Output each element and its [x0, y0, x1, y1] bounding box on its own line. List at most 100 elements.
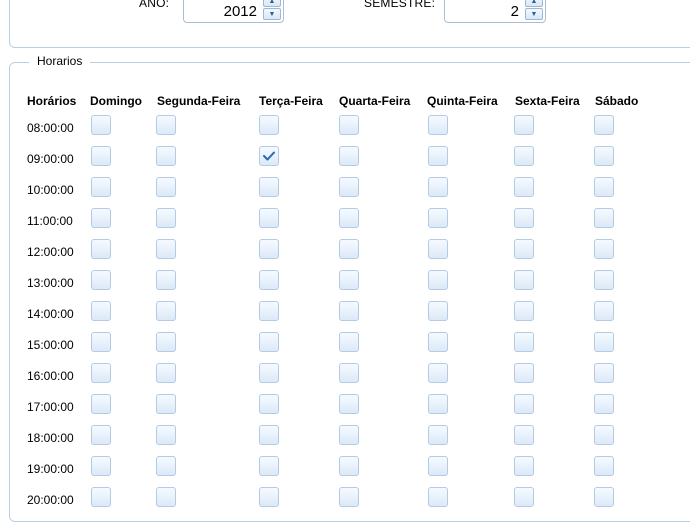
schedule-checkbox[interactable] — [594, 363, 614, 383]
schedule-checkbox[interactable] — [259, 394, 279, 414]
schedule-checkbox[interactable] — [594, 239, 614, 259]
schedule-checkbox[interactable] — [91, 239, 111, 259]
schedule-checkbox[interactable] — [156, 363, 176, 383]
schedule-checkbox[interactable] — [91, 487, 111, 507]
schedule-checkbox[interactable] — [428, 363, 448, 383]
schedule-checkbox[interactable] — [594, 425, 614, 445]
schedule-checkbox[interactable] — [339, 208, 359, 228]
schedule-checkbox[interactable] — [428, 146, 448, 166]
schedule-checkbox[interactable] — [514, 301, 534, 321]
schedule-checkbox[interactable] — [91, 208, 111, 228]
schedule-checkbox[interactable] — [156, 332, 176, 352]
schedule-checkbox[interactable] — [514, 115, 534, 135]
schedule-checkbox[interactable] — [428, 425, 448, 445]
schedule-checkbox[interactable] — [594, 177, 614, 197]
schedule-checkbox[interactable] — [339, 177, 359, 197]
semestre-value[interactable]: 2 — [511, 3, 519, 20]
semestre-increment-icon[interactable]: ▲ — [525, 0, 543, 7]
schedule-checkbox[interactable] — [91, 394, 111, 414]
schedule-checkbox[interactable] — [259, 146, 279, 166]
schedule-checkbox[interactable] — [259, 115, 279, 135]
schedule-checkbox[interactable] — [594, 146, 614, 166]
schedule-checkbox[interactable] — [514, 456, 534, 476]
schedule-checkbox[interactable] — [339, 456, 359, 476]
schedule-checkbox[interactable] — [91, 146, 111, 166]
schedule-checkbox[interactable] — [514, 177, 534, 197]
schedule-checkbox[interactable] — [428, 487, 448, 507]
schedule-checkbox[interactable] — [259, 332, 279, 352]
schedule-checkbox[interactable] — [594, 270, 614, 290]
ano-value[interactable]: 2012 — [224, 3, 257, 20]
schedule-checkbox[interactable] — [594, 301, 614, 321]
schedule-checkbox[interactable] — [156, 239, 176, 259]
schedule-checkbox[interactable] — [91, 332, 111, 352]
schedule-checkbox[interactable] — [428, 115, 448, 135]
schedule-checkbox[interactable] — [156, 208, 176, 228]
semestre-spinner[interactable]: 2 ▲ ▼ — [444, 0, 546, 23]
schedule-checkbox[interactable] — [514, 146, 534, 166]
schedule-checkbox[interactable] — [259, 301, 279, 321]
schedule-checkbox[interactable] — [428, 332, 448, 352]
schedule-checkbox[interactable] — [428, 301, 448, 321]
schedule-checkbox[interactable] — [259, 456, 279, 476]
schedule-checkbox[interactable] — [259, 239, 279, 259]
schedule-checkbox[interactable] — [594, 394, 614, 414]
schedule-checkbox[interactable] — [339, 301, 359, 321]
schedule-checkbox[interactable] — [594, 332, 614, 352]
schedule-checkbox[interactable] — [91, 363, 111, 383]
schedule-checkbox[interactable] — [514, 270, 534, 290]
schedule-checkbox[interactable] — [428, 208, 448, 228]
schedule-checkbox[interactable] — [339, 270, 359, 290]
schedule-checkbox[interactable] — [594, 115, 614, 135]
schedule-checkbox[interactable] — [594, 208, 614, 228]
schedule-checkbox[interactable] — [339, 115, 359, 135]
schedule-checkbox[interactable] — [156, 456, 176, 476]
schedule-checkbox[interactable] — [91, 115, 111, 135]
ano-decrement-icon[interactable]: ▼ — [263, 8, 281, 20]
schedule-checkbox[interactable] — [91, 301, 111, 321]
schedule-checkbox[interactable] — [339, 363, 359, 383]
schedule-checkbox[interactable] — [259, 487, 279, 507]
schedule-checkbox[interactable] — [514, 487, 534, 507]
schedule-checkbox[interactable] — [428, 239, 448, 259]
semestre-decrement-icon[interactable]: ▼ — [525, 8, 543, 20]
schedule-checkbox[interactable] — [156, 487, 176, 507]
schedule-checkbox[interactable] — [339, 394, 359, 414]
schedule-checkbox[interactable] — [514, 425, 534, 445]
schedule-checkbox[interactable] — [339, 487, 359, 507]
schedule-checkbox[interactable] — [259, 208, 279, 228]
filter-panel — [9, 0, 690, 48]
schedule-checkbox[interactable] — [514, 239, 534, 259]
schedule-checkbox[interactable] — [594, 456, 614, 476]
schedule-checkbox[interactable] — [91, 177, 111, 197]
schedule-checkbox[interactable] — [156, 270, 176, 290]
schedule-checkbox[interactable] — [91, 425, 111, 445]
schedule-checkbox[interactable] — [156, 146, 176, 166]
schedule-checkbox[interactable] — [156, 177, 176, 197]
schedule-checkbox[interactable] — [91, 456, 111, 476]
schedule-checkbox[interactable] — [339, 332, 359, 352]
schedule-checkbox[interactable] — [594, 487, 614, 507]
schedule-checkbox[interactable] — [514, 394, 534, 414]
schedule-checkbox[interactable] — [339, 425, 359, 445]
schedule-checkbox[interactable] — [428, 270, 448, 290]
schedule-checkbox[interactable] — [514, 208, 534, 228]
schedule-checkbox[interactable] — [259, 177, 279, 197]
schedule-checkbox[interactable] — [91, 270, 111, 290]
schedule-checkbox[interactable] — [156, 301, 176, 321]
schedule-checkbox[interactable] — [428, 177, 448, 197]
schedule-checkbox[interactable] — [514, 332, 534, 352]
schedule-checkbox[interactable] — [156, 425, 176, 445]
schedule-checkbox[interactable] — [259, 425, 279, 445]
ano-spinner[interactable]: 2012 ▲ ▼ — [183, 0, 284, 23]
ano-increment-icon[interactable]: ▲ — [263, 0, 281, 7]
schedule-checkbox[interactable] — [259, 270, 279, 290]
schedule-checkbox[interactable] — [339, 239, 359, 259]
schedule-checkbox[interactable] — [259, 363, 279, 383]
schedule-checkbox[interactable] — [428, 456, 448, 476]
schedule-checkbox[interactable] — [428, 394, 448, 414]
schedule-checkbox[interactable] — [156, 115, 176, 135]
schedule-checkbox[interactable] — [514, 363, 534, 383]
schedule-checkbox[interactable] — [339, 146, 359, 166]
schedule-checkbox[interactable] — [156, 394, 176, 414]
